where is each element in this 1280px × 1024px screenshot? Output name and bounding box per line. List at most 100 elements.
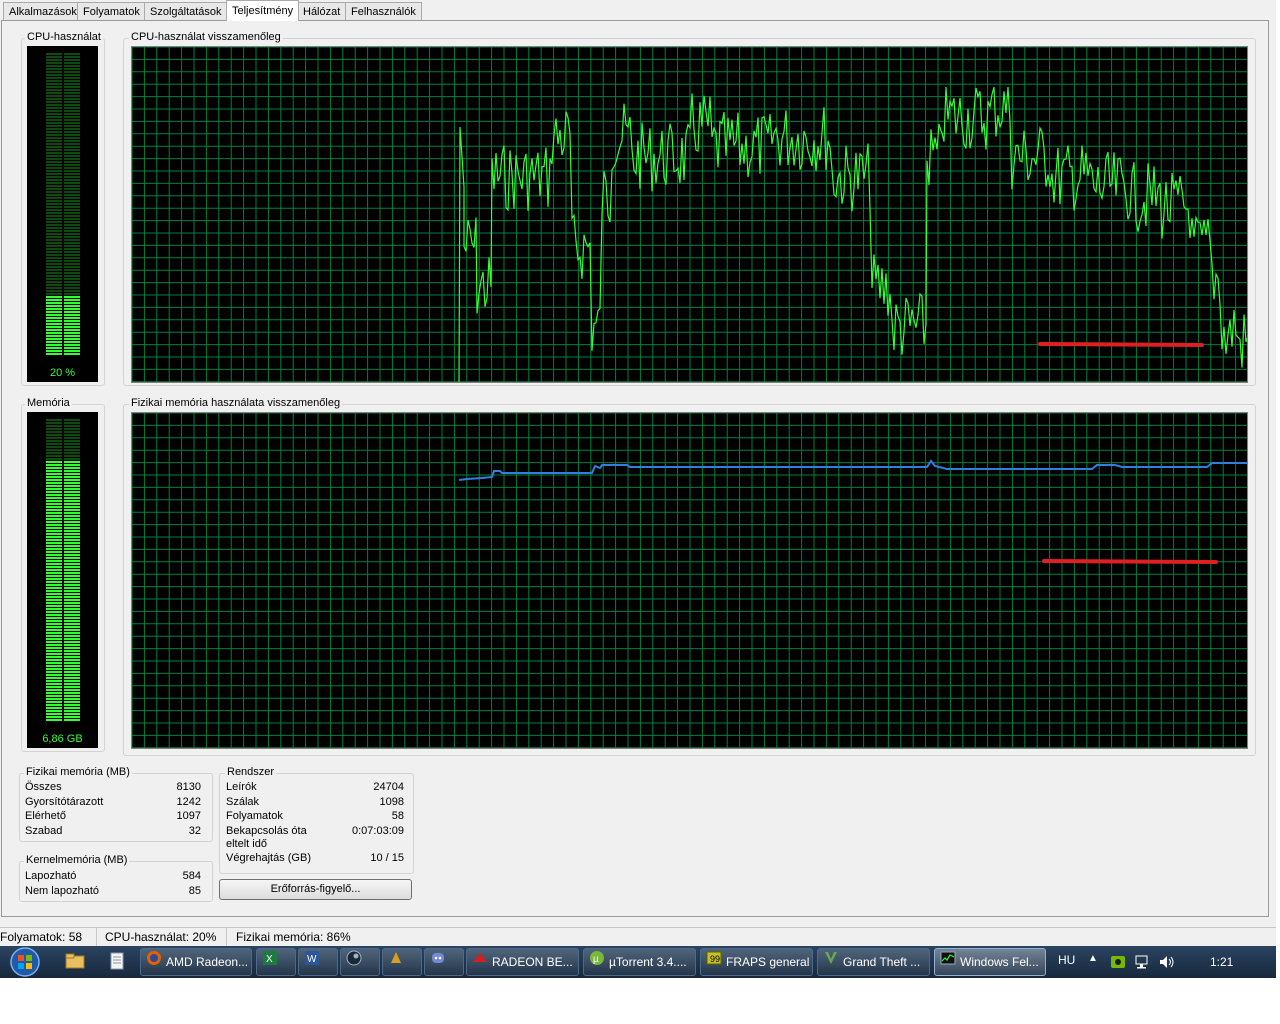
meter-segment (64, 662, 80, 664)
meter-segment (64, 644, 80, 646)
network-icon[interactable] (1134, 954, 1152, 973)
meter-segment (46, 185, 62, 187)
meter-segment (46, 122, 62, 124)
system-threads-label: Szálak (226, 796, 260, 808)
meter-segment (46, 128, 62, 130)
language-indicator[interactable]: HU (1058, 953, 1075, 967)
taskbar-button-task-manager[interactable]: Windows Fel... (934, 948, 1046, 976)
status-separator (96, 928, 97, 947)
meter-segment (64, 455, 80, 457)
taskbar-button-word[interactable]: W (298, 948, 338, 976)
meter-segment (46, 314, 62, 316)
meter-segment (64, 452, 80, 454)
meter-segment (46, 353, 62, 355)
cpu-history-plot (132, 47, 1247, 382)
document-icon[interactable] (106, 952, 128, 972)
physical-memory-title: Fizikai memória (MB) (24, 766, 132, 778)
meter-segment (46, 125, 62, 127)
meter-segment (46, 467, 62, 469)
meter-segment (64, 200, 80, 202)
clock[interactable]: 1:21 (1210, 955, 1233, 969)
meter-segment (46, 455, 62, 457)
meter-segment (64, 494, 80, 496)
meter-segment (46, 614, 62, 616)
meter-segment (64, 713, 80, 715)
tab-users[interactable]: Felhasználók (345, 2, 422, 20)
meter-segment (64, 419, 80, 421)
physical-cached-value: 1242 (176, 796, 201, 808)
meter-segment (64, 467, 80, 469)
show-hidden-icons-icon[interactable]: ▲ (1088, 953, 1098, 964)
folder-icon[interactable] (64, 952, 86, 972)
meter-segment (64, 95, 80, 97)
meter-segment (46, 587, 62, 589)
meter-segment (64, 266, 80, 268)
meter-segment (64, 641, 80, 643)
memory-usage-line (458, 459, 1247, 481)
taskbar-button-radeon[interactable]: RADEON BE... (466, 948, 579, 976)
meter-segment (46, 170, 62, 172)
meter-segment (46, 341, 62, 343)
meter-segment (46, 590, 62, 592)
meter-segment (46, 197, 62, 199)
cpu-usage-value: 20 % (49, 367, 76, 379)
meter-segment (64, 476, 80, 478)
meter-segment (46, 290, 62, 292)
meter-segment (46, 308, 62, 310)
system-handles-label: Leírók (226, 781, 257, 793)
taskbar-button-fraps[interactable]: 99 FRAPS general (700, 948, 813, 976)
memory-meter-bars (46, 419, 80, 721)
meter-segment (46, 656, 62, 658)
meter-segment (46, 695, 62, 697)
meter-segment (64, 611, 80, 613)
physical-free-label: Szabad (25, 825, 63, 837)
taskbar-button-utorrent[interactable]: µ µTorrent 3.4.... (583, 948, 696, 976)
meter-segment (46, 317, 62, 319)
tab-processes[interactable]: Folyamatok (77, 2, 146, 20)
meter-segment (64, 350, 80, 352)
taskbar-button-discord[interactable] (424, 948, 464, 976)
meter-segment (64, 557, 80, 559)
meter-segment (64, 140, 80, 142)
meter-segment (46, 101, 62, 103)
meter-segment (46, 602, 62, 604)
meter-segment (64, 341, 80, 343)
meter-segment (46, 530, 62, 532)
system-processes-label: Folyamatok (226, 810, 283, 822)
volume-icon[interactable] (1158, 954, 1176, 973)
meter-segment (64, 179, 80, 181)
windows-start-orb-icon[interactable] (4, 946, 42, 978)
taskbar-button-winamp[interactable] (382, 948, 422, 976)
meter-segment (64, 83, 80, 85)
meter-segment (64, 554, 80, 556)
meter-segment (64, 137, 80, 139)
meter-segment (46, 152, 62, 154)
meter-segment (46, 110, 62, 112)
tab-networking[interactable]: Hálózat (297, 2, 347, 20)
meter-segment (46, 710, 62, 712)
meter-segment (64, 293, 80, 295)
taskbar-button-firefox[interactable]: AMD Radeon... (140, 948, 252, 976)
nvidia-tray-icon[interactable] (1110, 954, 1126, 973)
meter-segment (46, 422, 62, 424)
taskbar-button-steam[interactable] (340, 948, 380, 976)
tab-performance[interactable]: Teljesítmény (226, 0, 300, 21)
resource-monitor-button[interactable]: Erőforrás-figyelő... (219, 879, 412, 900)
meter-segment (64, 440, 80, 442)
meter-segment (64, 656, 80, 658)
meter-segment (64, 92, 80, 94)
meter-segment (64, 206, 80, 208)
meter-segment (64, 308, 80, 310)
taskbar-button-gta[interactable]: Grand Theft ... (817, 948, 930, 976)
cpu-history-title: CPU-használat visszamenőleg (129, 31, 283, 43)
meter-segment (46, 281, 62, 283)
meter-segment (46, 248, 62, 250)
meter-segment (46, 113, 62, 115)
tab-services[interactable]: Szolgáltatások (144, 2, 228, 20)
tab-applications[interactable]: Alkalmazások (3, 2, 83, 20)
meter-segment (46, 146, 62, 148)
taskbar-button-excel[interactable]: X (256, 948, 296, 976)
meter-segment (46, 434, 62, 436)
meter-segment (46, 491, 62, 493)
system-processes-value: 58 (391, 810, 404, 822)
